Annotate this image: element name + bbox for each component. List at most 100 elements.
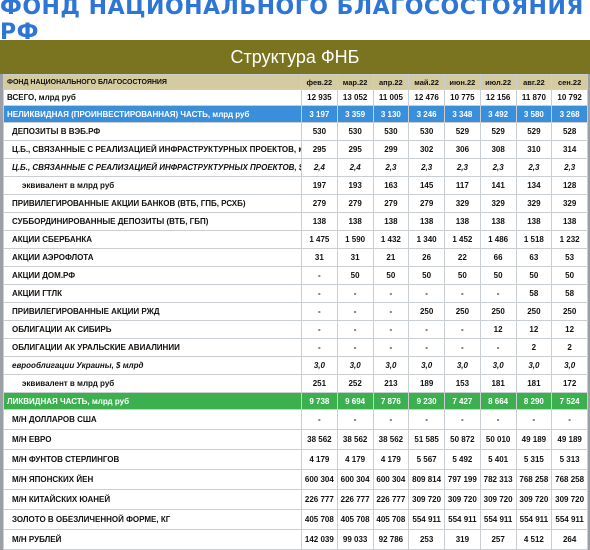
value-cell: 31	[301, 248, 338, 267]
value-cell: -	[336, 284, 374, 303]
page: ФОНД НАЦИОНАЛЬНОГО БЛАГОСОСТОЯНИЯ РФ Стр…	[0, 0, 590, 550]
table-row: еврооблигации Украины, $ млрд 3,0 3,0 3,0 3,…	[3, 356, 588, 375]
value-cell: 264	[551, 529, 588, 550]
value-cell: 138	[301, 212, 338, 231]
value-cell: июн.22	[444, 74, 481, 90]
value-cell: -	[372, 320, 410, 339]
value-cell: 38 562	[372, 429, 410, 450]
value-cell: 2,4	[301, 158, 338, 177]
value-cell: 295	[301, 140, 338, 159]
value-cell: 257	[479, 529, 517, 550]
value-cell: 3,0	[515, 356, 553, 375]
value-cell: 310	[515, 140, 553, 159]
table-row: АКЦИИ АЭРОФЛОТА 31 31 21 26 22 66 63 53	[3, 248, 588, 267]
value-cell: 1 590	[336, 230, 374, 249]
value-cell: 251	[301, 374, 338, 393]
value-cell: 1 340	[408, 230, 445, 249]
value-cell: 309 720	[444, 489, 481, 510]
row-label: СУББОРДИНИРОВАННЫЕ ДЕПОЗИТЫ (ВТБ, ГБП)	[3, 212, 302, 231]
table-row: Ц.Б., СВЯЗАННЫЕ С РЕАЛИЗАЦИЕЙ ИНФРАСТРУК…	[3, 140, 588, 159]
value-cell: май.22	[408, 74, 445, 90]
value-cell: 9 694	[336, 392, 374, 410]
value-cell: 50	[444, 266, 481, 285]
value-cell: 138	[372, 212, 410, 231]
value-cell: 7 524	[551, 392, 588, 410]
nonliquid-section-row: НЕЛИКВИДНАЯ (ПРОИНВЕСТИРОВАННАЯ) ЧАСТЬ, …	[3, 105, 588, 123]
value-cell: 50	[408, 266, 445, 285]
value-cell: 50	[336, 266, 374, 285]
value-cell: 314	[551, 140, 588, 159]
row-label: эквивалент в млрд руб	[3, 176, 302, 195]
value-cell: 49 189	[515, 429, 553, 450]
table-row: ОБЛИГАЦИИ АК СИБИРЬ - - - - -12 12 12	[3, 320, 588, 339]
value-cell: 319	[444, 529, 481, 550]
value-cell: 1 452	[444, 230, 481, 249]
value-cell: 22	[444, 248, 481, 267]
value-cell: -	[479, 338, 517, 357]
value-cell: 3,0	[372, 356, 410, 375]
fund-structure-table: ФОНД НАЦИОНАЛЬНОГО БЛАГОСОСТОЯНИЯ фев.22 м…	[3, 74, 588, 550]
value-cell: 530	[336, 122, 374, 141]
value-cell: -	[301, 266, 338, 285]
table-row: ПРИВИЛЕГИРОВАННЫЕ АКЦИИ РЖД - - -250 250 250 2…	[3, 302, 588, 321]
table-row: М/Н ФУНТОВ СТЕРЛИНГОВ 4 179 4 179 4 179 5 56…	[3, 449, 588, 470]
value-cell: 1 486	[479, 230, 517, 249]
value-cell: 172	[551, 374, 588, 393]
table-row: АКЦИИ ДОМ.РФ -50 50 50 50 50 50 50	[3, 266, 588, 285]
value-cell: 530	[408, 122, 445, 141]
row-label: эквивалент в млрд руб	[3, 374, 302, 393]
value-cell: 163	[372, 176, 410, 195]
value-cell: 530	[301, 122, 338, 141]
value-cell: 5 401	[479, 449, 517, 470]
value-cell: 308	[479, 140, 517, 159]
value-cell: 3,0	[444, 356, 481, 375]
value-cell: 5 313	[551, 449, 588, 470]
value-cell: 5 567	[408, 449, 445, 470]
row-label: АКЦИИ СБЕРБАНКА	[3, 230, 302, 249]
value-cell: 309 720	[408, 489, 445, 510]
value-cell: 2	[551, 338, 588, 357]
value-cell: -	[372, 302, 410, 321]
value-cell: 3 130	[372, 105, 410, 123]
value-cell: 250	[444, 302, 481, 321]
value-cell: 1 232	[551, 230, 588, 249]
value-cell: 529	[515, 122, 553, 141]
value-cell: 12 156	[479, 89, 517, 106]
value-cell: 252	[336, 374, 374, 393]
value-cell: 600 304	[372, 469, 410, 490]
table-row: ПРИВИЛЕГИРОВАННЫЕ АКЦИИ БАНКОВ (ВТБ, ГПБ…	[3, 194, 588, 213]
value-cell: апр.22	[372, 74, 410, 90]
table-row: ОБЛИГАЦИИ АК УРАЛЬСКИЕ АВИАЛИНИИ - - - - - -2 2	[3, 338, 588, 357]
value-cell: 51 585	[408, 429, 445, 450]
value-cell: 309 720	[479, 489, 517, 510]
value-cell: 250	[408, 302, 445, 321]
value-cell: 181	[515, 374, 553, 393]
value-cell: 809 814	[408, 469, 445, 490]
row-label: Ц.Б., СВЯЗАННЫЕ С РЕАЛИЗАЦИЕЙ ИНФРАСТРУК…	[3, 140, 302, 159]
value-cell: -	[408, 320, 445, 339]
value-cell: 600 304	[301, 469, 338, 490]
value-cell: -	[372, 284, 410, 303]
value-cell: 2	[515, 338, 553, 357]
row-label: М/Н ЕВРО	[3, 429, 302, 450]
row-label: М/Н ФУНТОВ СТЕРЛИНГОВ	[3, 449, 302, 470]
value-cell: 38 562	[301, 429, 338, 450]
value-cell: 189	[408, 374, 445, 393]
value-cell: 8 290	[515, 392, 553, 410]
value-cell: 53	[551, 248, 588, 267]
table-row: эквивалент в млрд руб 197 193 163 145 117 141 1…	[3, 176, 588, 195]
row-label: ФОНД НАЦИОНАЛЬНОГО БЛАГОСОСТОЯНИЯ	[3, 74, 302, 90]
row-label: Ц.Б., СВЯЗАННЫЕ С РЕАЛИЗАЦИЕЙ ИНФРАСТРУК…	[3, 158, 302, 177]
value-cell: 5 492	[444, 449, 481, 470]
row-label: АКЦИИ АЭРОФЛОТА	[3, 248, 302, 267]
value-cell: 530	[372, 122, 410, 141]
value-cell: 554 911	[515, 509, 553, 530]
value-cell: 3 348	[444, 105, 481, 123]
value-cell: -	[444, 284, 481, 303]
table-row: М/Н ДОЛЛАРОВ США - - - - - - - -	[3, 409, 588, 430]
value-cell: 12	[479, 320, 517, 339]
value-cell: 138	[444, 212, 481, 231]
row-label: НЕЛИКВИДНАЯ (ПРОИНВЕСТИРОВАННАЯ) ЧАСТЬ, …	[3, 105, 302, 123]
table-row: АКЦИИ СБЕРБАНКА 1 475 1 590 1 432 1 340 1 452…	[3, 230, 588, 249]
value-cell: 2,3	[444, 158, 481, 177]
